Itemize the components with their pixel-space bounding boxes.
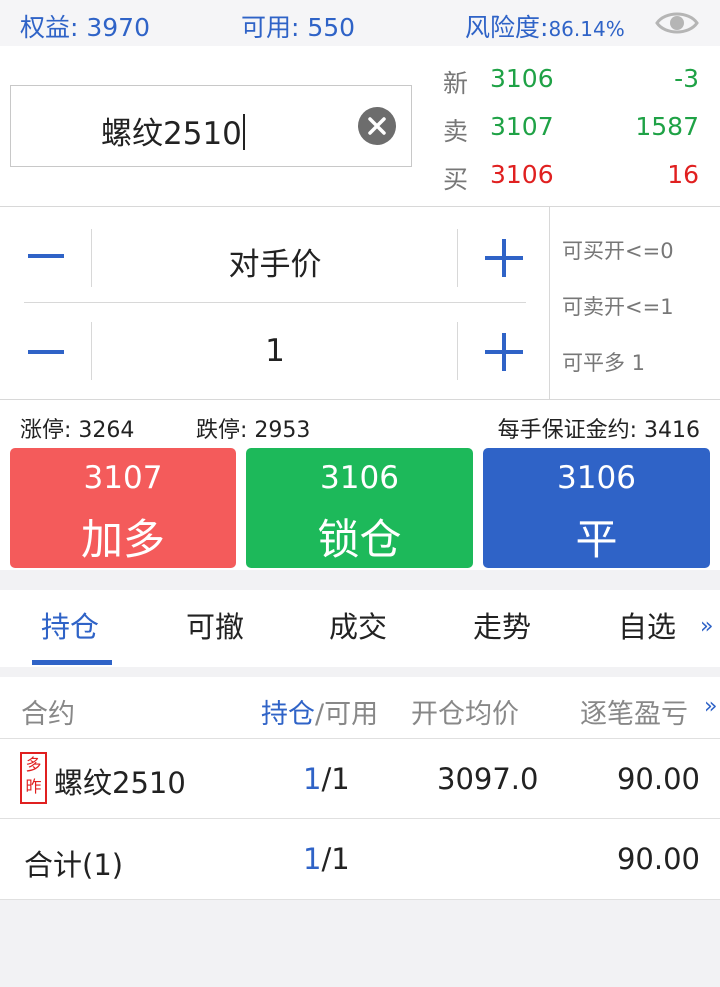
lock-position-label: 锁仓 <box>317 515 402 564</box>
close-position-button[interactable]: 3106 平 <box>483 448 710 568</box>
eye-icon[interactable] <box>655 8 699 38</box>
row-pos: 1 <box>303 762 322 796</box>
risk-degree: 风险度:86.14% <box>465 8 625 44</box>
total-avail: /1 <box>321 842 350 876</box>
divider <box>549 207 550 400</box>
row-divider <box>0 818 720 819</box>
tab-trend[interactable]: 走势 <box>473 604 531 646</box>
available-value: 550 <box>307 13 356 42</box>
quantity-increase-button[interactable] <box>485 333 523 371</box>
row-pnl: 90.00 <box>616 762 700 796</box>
add-long-button[interactable]: 3107 加多 <box>10 448 236 568</box>
account-bar: 权益: 3970 可用: 550 风险度:86.14% <box>0 0 720 46</box>
price-mode-field[interactable]: 对手价 <box>92 239 458 284</box>
instrument-name-text: 螺纹2510 <box>101 116 242 152</box>
instrument-input[interactable]: 螺纹2510 <box>10 85 412 167</box>
tab-cancelable[interactable]: 可撤 <box>186 604 244 646</box>
tabs-more-icon[interactable]: » <box>700 614 713 639</box>
add-long-price: 3107 <box>83 460 163 496</box>
clear-icon[interactable] <box>358 107 396 145</box>
quote-bid-price: 3106 <box>490 160 554 189</box>
equity-value: 3970 <box>86 13 150 42</box>
total-pos: 1 <box>303 842 322 876</box>
quote-ask-label: 卖 <box>443 117 469 146</box>
quote-last-price: 3106 <box>490 64 554 93</box>
risk-value: 86.14% <box>548 17 625 41</box>
quantity-decrease-button[interactable] <box>28 350 64 354</box>
col-pnl: 逐笔盈亏 <box>580 699 688 730</box>
quote-ask: 卖 3107 1587 <box>443 108 703 148</box>
close-position-price: 3106 <box>557 460 636 496</box>
available-label: 可用: <box>241 13 308 42</box>
row-divider <box>0 738 720 739</box>
available-funds: 可用: 550 <box>241 8 355 44</box>
position-badge: 多昨 <box>20 752 47 804</box>
row-contract[interactable]: 螺纹2510 <box>54 760 186 802</box>
tab-bar: 持仓 可撤 成交 走势 自选 » <box>0 590 720 667</box>
can-buy-open: 可买开<=0 <box>562 239 674 263</box>
col-available-label: /可用 <box>315 699 379 730</box>
divider <box>457 229 458 287</box>
total-pnl: 90.00 <box>616 842 700 876</box>
close-position-label: 平 <box>575 515 618 564</box>
row-avg-price: 3097.0 <box>437 762 539 796</box>
divider <box>457 322 458 380</box>
total-label: 合计(1) <box>24 848 124 882</box>
col-avg-price: 开仓均价 <box>411 699 519 730</box>
columns-more-icon[interactable]: » <box>704 694 717 719</box>
quote-last-change: -3 <box>674 64 699 93</box>
equity-label: 权益: <box>20 13 87 42</box>
text-caret <box>242 114 245 150</box>
quote-bid: 买 3106 16 <box>443 156 703 196</box>
price-decrease-button[interactable] <box>28 254 64 258</box>
add-long-label: 加多 <box>80 515 165 564</box>
active-tab-indicator <box>32 660 112 665</box>
can-sell-open: 可卖开<=1 <box>562 295 674 319</box>
order-panel: 对手价 1 可买开<=0 可卖开<=1 可平多 1 <box>0 207 720 400</box>
col-position-label: 持仓 <box>261 699 315 730</box>
equity: 权益: 3970 <box>20 8 150 44</box>
risk-label: 风险度: <box>465 13 549 42</box>
trade-buttons: 3107 加多 3106 锁仓 3106 平 <box>0 446 720 570</box>
quote-panel: 螺纹2510 新 3106 -3 卖 3107 1587 买 3106 16 <box>0 46 720 207</box>
limit-up: 涨停: 3264 <box>20 418 135 443</box>
quote-last: 新 3106 -3 <box>443 60 703 100</box>
total-position: 1/1 <box>303 842 350 876</box>
row-divider <box>0 899 720 900</box>
tab-positions[interactable]: 持仓 <box>41 604 99 646</box>
tab-watchlist[interactable]: 自选 <box>618 604 676 646</box>
row-avail: /1 <box>321 762 350 796</box>
row-position: 1/1 <box>303 762 350 796</box>
lock-position-price: 3106 <box>320 460 399 496</box>
quote-bid-label: 买 <box>443 165 469 194</box>
quote-ask-volume: 1587 <box>635 112 699 141</box>
limit-down: 跌停: 2953 <box>196 418 311 443</box>
price-increase-button[interactable] <box>485 239 523 277</box>
lock-position-button[interactable]: 3106 锁仓 <box>246 448 473 568</box>
limits-row: 涨停: 3264 跌停: 2953 每手保证金约: 3416 <box>0 400 720 446</box>
margin-per-lot: 每手保证金约: 3416 <box>497 418 700 443</box>
col-position[interactable]: 持仓/可用 <box>261 692 378 731</box>
col-contract: 合约 <box>21 699 75 730</box>
tab-trades[interactable]: 成交 <box>329 604 387 646</box>
can-close-long: 可平多 1 <box>562 351 646 375</box>
instrument-name: 螺纹2510 <box>101 108 245 153</box>
quantity-field[interactable]: 1 <box>92 333 458 369</box>
quote-ask-price: 3107 <box>490 112 554 141</box>
divider <box>24 302 526 303</box>
quote-last-label: 新 <box>443 69 469 98</box>
quote-bid-volume: 16 <box>667 160 699 189</box>
